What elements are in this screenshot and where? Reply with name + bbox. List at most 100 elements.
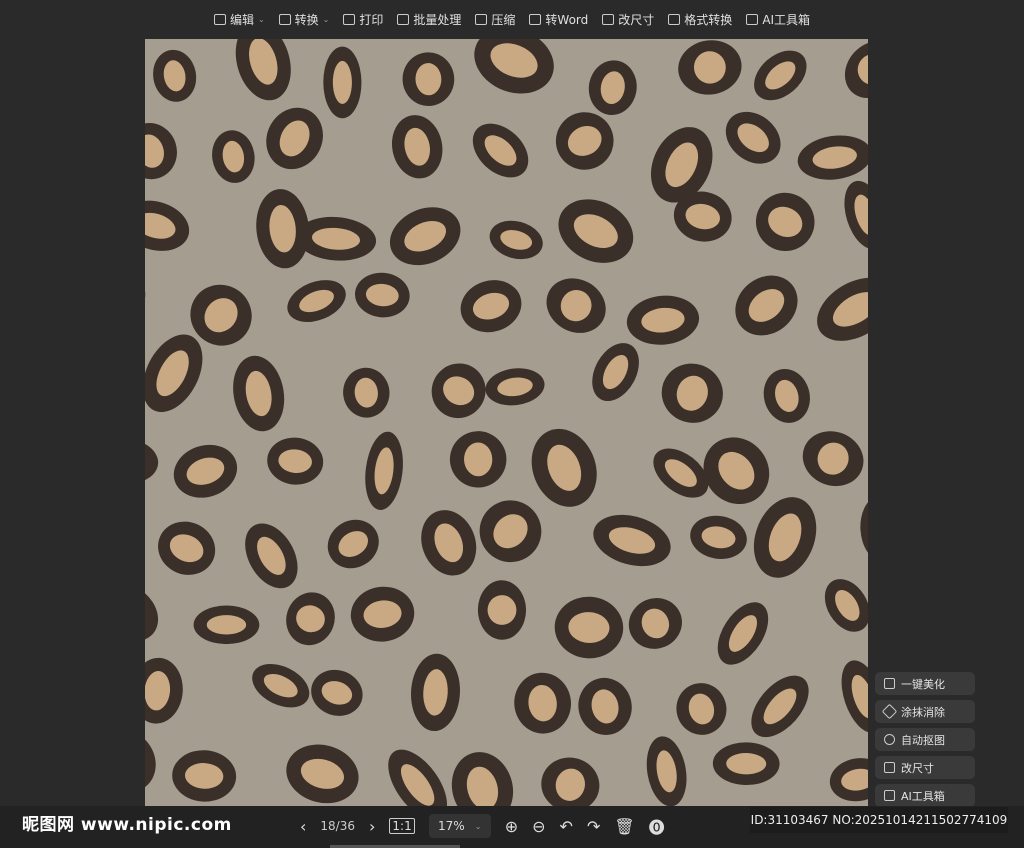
cutout-button[interactable]: 自动抠图 (875, 728, 975, 751)
leopard-spot (145, 657, 183, 724)
leopard-spot (287, 280, 346, 322)
leopard-spot (158, 521, 216, 575)
image-id-label: ID:31103467 NO:20251014211502774109 (750, 807, 1008, 833)
edit-icon (213, 14, 226, 25)
leopard-spot (388, 749, 448, 806)
zoom-out-icon[interactable]: ⊖ (532, 817, 545, 836)
leopard-pattern-image (145, 39, 868, 806)
toolbar-batch[interactable]: 批量处理 (397, 11, 461, 28)
toolbar-compress[interactable]: 压缩 (475, 11, 515, 28)
toolbar-edit[interactable]: 编辑 ⌄ (213, 11, 265, 28)
leopard-spot (193, 605, 260, 645)
leopard-spot (717, 602, 769, 665)
leopard-spot (173, 444, 238, 498)
leopard-spot (252, 663, 310, 708)
info-icon[interactable]: ⓿ (649, 814, 665, 838)
leopard-spot (690, 515, 747, 559)
leopard-spot (735, 275, 798, 336)
leopard-spot (460, 280, 522, 333)
side-panel: 一键美化 涂抹消除 自动抠图 改尺寸 AI工具箱 (875, 672, 975, 807)
leopard-spot (235, 39, 291, 101)
leopard-spot (323, 46, 362, 119)
resize-icon (602, 14, 615, 25)
leopard-spot (578, 677, 632, 735)
leopard-spot (628, 598, 682, 649)
leopard-spot (531, 428, 597, 507)
next-page-button[interactable]: › (369, 817, 375, 836)
chevron-down-icon: ⌄ (474, 821, 482, 831)
rotate-right-icon[interactable]: ↷ (587, 817, 600, 836)
leopard-spot (145, 200, 190, 251)
leopard-spot (391, 115, 443, 179)
leopard-spot (802, 431, 864, 487)
leopard-spot (844, 180, 868, 250)
chevron-down-icon: ⌄ (257, 15, 265, 24)
leopard-spot (411, 653, 460, 732)
toolbar-format[interactable]: 格式转换 (668, 11, 732, 28)
leopard-spot (797, 135, 868, 180)
image-view-leopard-pattern[interactable] (145, 39, 868, 806)
leopard-spot (844, 40, 868, 99)
leopard-spot (145, 281, 146, 333)
leopard-spot (343, 367, 390, 418)
leopard-spot (472, 123, 529, 178)
resize-icon (884, 762, 895, 773)
leopard-spot (489, 220, 543, 260)
resize-button[interactable]: 改尺寸 (875, 756, 975, 779)
leopard-spot (661, 363, 723, 423)
leopard-spot (725, 111, 781, 164)
toolbar-convert[interactable]: 转换 ⌄ (278, 11, 329, 28)
ai-toolbox-icon (884, 790, 895, 801)
leopard-spot (829, 758, 868, 802)
beautify-button[interactable]: 一键美化 (875, 672, 975, 695)
leopard-spot (678, 40, 742, 95)
leopard-spot (588, 60, 637, 115)
leopard-spot (841, 660, 868, 733)
leopard-spot (421, 510, 477, 576)
leopard-spot (389, 207, 461, 266)
rotate-left-icon[interactable]: ↶ (560, 817, 573, 836)
prev-page-button[interactable]: ‹ (300, 817, 306, 836)
top-toolbar: 编辑 ⌄ 转换 ⌄ 打印 批量处理 压缩 转Word 改尺寸 格式转换 AI工具箱 (0, 0, 1024, 39)
convert-icon (278, 14, 291, 25)
leopard-spot (449, 431, 507, 488)
beautify-icon (884, 678, 895, 689)
toolbar-ai-toolbox[interactable]: AI工具箱 (746, 11, 810, 28)
leopard-spot (266, 107, 323, 170)
leopard-spot (479, 500, 542, 563)
leopard-spot (311, 669, 363, 716)
ai-toolbox-button[interactable]: AI工具箱 (875, 784, 975, 807)
zoom-in-icon[interactable]: ⊕ (505, 817, 518, 836)
leopard-spot (751, 675, 809, 738)
compress-icon (475, 14, 488, 25)
leopard-spot (153, 49, 197, 102)
leopard-spot (233, 355, 285, 432)
eraser-icon (881, 703, 898, 720)
leopard-spot (753, 497, 817, 578)
actual-size-icon[interactable]: 1:1 (389, 818, 415, 834)
toolbar-resize[interactable]: 改尺寸 (602, 11, 654, 28)
leopard-spot (676, 683, 727, 735)
leopard-spot (286, 744, 359, 804)
print-icon (343, 14, 356, 25)
eraser-button[interactable]: 涂抹消除 (875, 700, 975, 723)
leopard-spot (514, 672, 572, 734)
leopard-spot (860, 496, 868, 561)
leopard-spot (355, 272, 410, 318)
leopard-spot (431, 363, 486, 419)
leopard-spot (541, 757, 600, 806)
delete-icon[interactable]: 🗑︎ (614, 817, 634, 836)
cutout-icon (884, 734, 895, 745)
leopard-spot (646, 736, 687, 806)
batch-icon (397, 14, 410, 25)
leopard-spot (172, 750, 237, 802)
leopard-spot (712, 742, 780, 786)
format-icon (668, 14, 681, 25)
leopard-spot (485, 368, 545, 406)
ai-toolbox-icon (746, 14, 759, 25)
zoom-select[interactable]: 17% ⌄ (428, 814, 491, 838)
leopard-spot (477, 580, 527, 640)
leopard-spot (554, 596, 624, 659)
toolbar-to-word[interactable]: 转Word (529, 11, 588, 28)
toolbar-print[interactable]: 打印 (343, 11, 383, 28)
